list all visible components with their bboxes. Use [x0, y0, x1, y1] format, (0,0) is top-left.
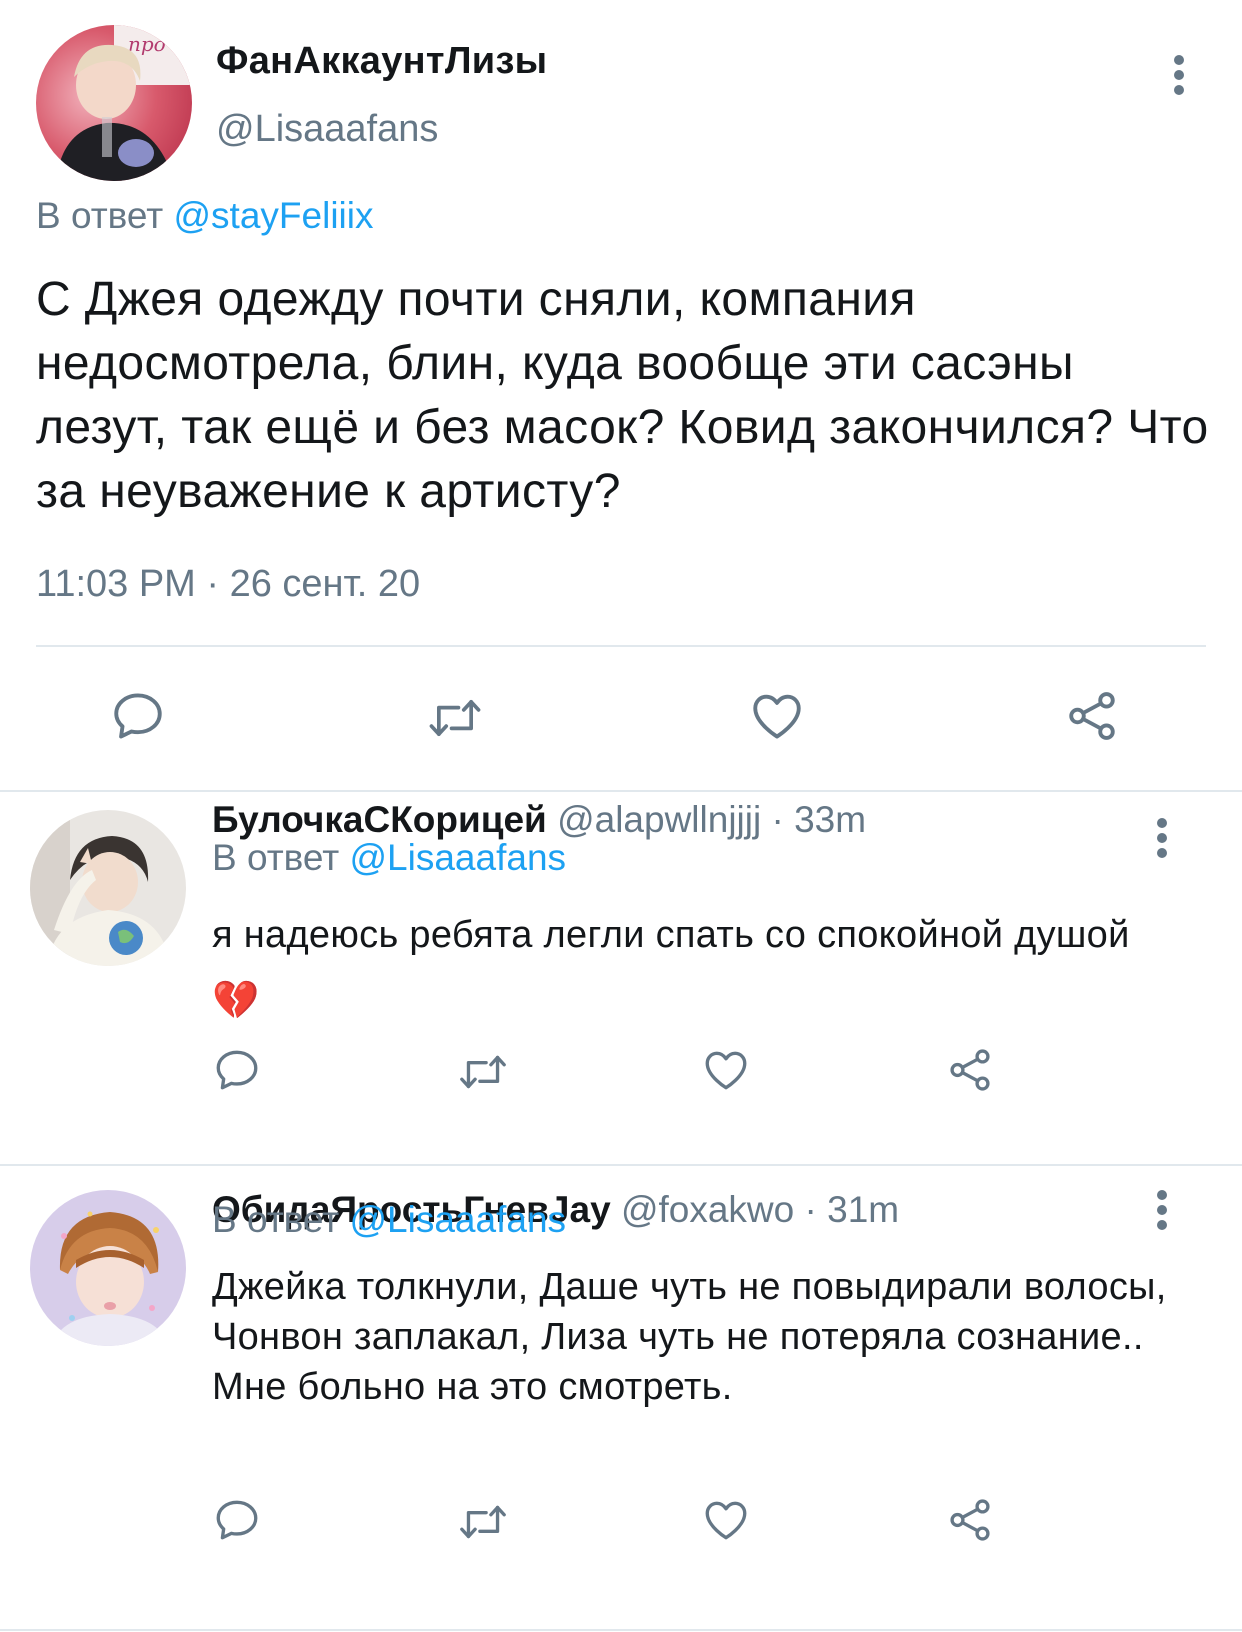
dot — [1174, 85, 1184, 95]
retweet-arrows-icon — [460, 1505, 506, 1539]
reply-time[interactable]: 33m — [794, 799, 866, 840]
share-button[interactable] — [944, 1492, 996, 1548]
reply-handle[interactable]: @foxakwo — [621, 1189, 794, 1230]
main-tweet: про ФанАккаунтЛизы @Lisaaafans В ответ @… — [0, 0, 1242, 790]
dot — [1174, 70, 1184, 80]
reply-prefix: В ответ — [212, 837, 340, 878]
dot — [1157, 1205, 1167, 1215]
reply-tweet: ОбидаЯростьГневJay @foxakwo · 31m В отве… — [0, 1166, 1242, 1632]
reply-avatar[interactable] — [30, 1190, 186, 1346]
reply-avatar-image — [30, 810, 186, 966]
speech-bubble-icon — [114, 693, 162, 739]
retweet-arrows-icon — [429, 700, 481, 736]
speech-bubble-icon — [216, 1050, 258, 1090]
more-options-button[interactable] — [1172, 55, 1186, 95]
reply-time[interactable]: 31m — [827, 1189, 899, 1230]
reply-context: В ответ @Lisaaafans — [212, 836, 566, 880]
main-display-name[interactable]: ФанАккаунтЛизы — [216, 40, 547, 83]
more-options-button[interactable] — [1155, 1190, 1169, 1230]
more-options-button[interactable] — [1155, 818, 1169, 858]
like-button[interactable] — [700, 1492, 752, 1548]
dot — [1157, 818, 1167, 828]
retweet-arrows-icon — [460, 1055, 506, 1089]
reply-mention-link[interactable]: @Lisaaafans — [350, 837, 567, 878]
main-handle[interactable]: @Lisaaafans — [216, 108, 438, 151]
dot — [1157, 1190, 1167, 1200]
reply-text: я надеюсь ребята легли спать со спокойно… — [212, 914, 1130, 1022]
reply-mention-link[interactable]: @stayFeliiix — [174, 195, 374, 236]
reply-mention-link[interactable]: @Lisaaafans — [350, 1199, 567, 1240]
share-nodes-icon — [950, 1049, 990, 1091]
main-timestamp[interactable]: 11:03 PM · 26 сент. 20 — [36, 563, 420, 606]
heart-icon — [705, 1051, 747, 1090]
speech-bubble-icon — [216, 1500, 258, 1540]
reply-avatar[interactable] — [30, 810, 186, 966]
reply-button[interactable] — [108, 686, 168, 746]
heart-icon — [705, 1501, 747, 1540]
reply-context: В ответ @stayFeliiix — [36, 195, 373, 237]
retweet-button[interactable] — [455, 1494, 511, 1550]
reply-context: В ответ @Lisaaafans — [212, 1198, 566, 1242]
avatar-sticker-text: про — [128, 32, 166, 56]
reply-text: Джейка толкнули, Даше чуть не повыдирали… — [212, 1266, 1167, 1408]
retweet-button[interactable] — [425, 688, 485, 748]
dot — [1157, 1220, 1167, 1230]
reply-button[interactable] — [212, 1042, 262, 1098]
heart-icon — [753, 694, 801, 739]
reply-button[interactable] — [212, 1492, 262, 1548]
separator-dot: · — [771, 799, 784, 840]
dot — [1157, 833, 1167, 843]
reply-handle[interactable]: @alapwllnjjjj — [557, 799, 761, 840]
share-nodes-icon — [1069, 692, 1115, 740]
like-button[interactable] — [747, 686, 807, 746]
reply-display-name[interactable]: БулочкаСКорицей — [212, 799, 547, 840]
main-avatar-image: про — [36, 25, 192, 181]
share-nodes-icon — [950, 1499, 990, 1541]
section-divider — [0, 1629, 1242, 1631]
main-avatar[interactable]: про — [36, 25, 192, 181]
reply-prefix: В ответ — [212, 1199, 340, 1240]
retweet-button[interactable] — [455, 1044, 511, 1100]
reply-tweet: БулочкаСКорицей @alapwllnjjjj · 33m В от… — [0, 792, 1242, 1164]
share-button[interactable] — [1062, 686, 1122, 746]
main-tweet-text: С Джея одежду почти сняли, компания недо… — [36, 273, 1209, 518]
reply-avatar-image — [30, 1190, 186, 1346]
divider — [36, 645, 1206, 647]
dot — [1157, 848, 1167, 858]
dot — [1174, 55, 1184, 65]
reply-prefix: В ответ — [36, 195, 164, 236]
like-button[interactable] — [700, 1042, 752, 1098]
separator-dot: · — [804, 1189, 817, 1230]
share-button[interactable] — [944, 1042, 996, 1098]
